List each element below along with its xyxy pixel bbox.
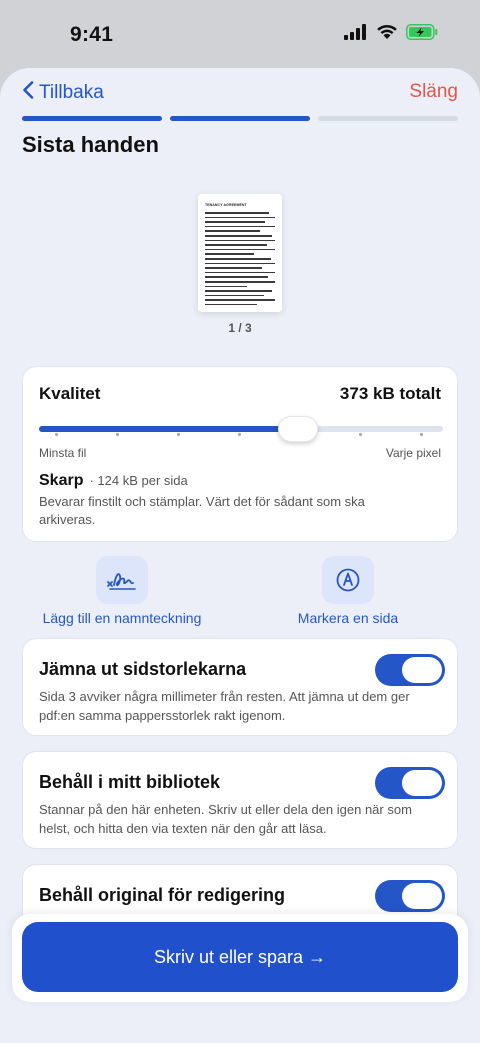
modal-sheet: Tillbaka Släng Sista handen TENANCY AGRE… xyxy=(0,68,480,1043)
add-signature-label: Lägg till en namnteckning xyxy=(42,610,202,626)
quality-card: Kvalitet 373 kB totalt Minsta fil Varje … xyxy=(22,366,458,542)
slider-thumb[interactable] xyxy=(277,416,318,442)
normalize-sizes-description: Sida 3 avviker några millimeter från res… xyxy=(39,689,410,723)
page-counter: 1 / 3 xyxy=(228,321,252,335)
slider-min-label: Minsta fil xyxy=(39,446,87,460)
nav-bar: Tillbaka Släng xyxy=(0,68,480,118)
normalize-sizes-title: Jämna ut sidstorlekarna xyxy=(39,659,247,679)
thumbnail-text-lines xyxy=(205,212,275,308)
back-label: Tillbaka xyxy=(39,82,104,103)
normalize-sizes-card: Jämna ut sidstorlekarna Sida 3 avviker n… xyxy=(22,638,458,736)
slider-max-label: Varje pixel xyxy=(385,446,441,460)
signal-icon xyxy=(344,24,368,45)
preset-name: Skarp xyxy=(39,472,84,489)
back-button[interactable]: Tillbaka xyxy=(22,81,104,105)
page-title: Sista handen xyxy=(22,132,159,157)
progress-step-1 xyxy=(22,116,162,121)
markup-page-button[interactable]: Markera en sida xyxy=(248,556,448,626)
toggle-knob xyxy=(402,770,442,796)
normalize-sizes-toggle[interactable] xyxy=(375,654,445,686)
status-bar: 9:41 xyxy=(0,0,480,70)
preset-description: Bevarar finstilt och stämplar. Värt det … xyxy=(39,494,365,527)
keep-in-library-title: Behåll i mitt bibliotek xyxy=(39,772,221,792)
markup-pen-icon xyxy=(322,556,374,604)
quality-label: Kvalitet xyxy=(39,384,101,403)
keep-in-library-card: Behåll i mitt bibliotek Stannar på den h… xyxy=(22,751,458,849)
chevron-left-icon xyxy=(22,81,34,105)
quick-actions: Lägg till en namnteckning Markera en sid… xyxy=(22,556,458,628)
keep-in-library-description: Stannar på den här enheten. Skriv ut ell… xyxy=(39,802,412,836)
progress-step-3 xyxy=(318,116,458,121)
print-or-save-button[interactable]: Skriv ut eller spara → xyxy=(22,922,458,992)
add-signature-button[interactable]: Lägg till en namnteckning xyxy=(22,556,222,626)
battery-charging-icon xyxy=(406,24,438,45)
keep-in-library-toggle[interactable] xyxy=(375,767,445,799)
progress-step-2 xyxy=(170,116,310,121)
status-icons xyxy=(344,24,438,45)
wifi-icon xyxy=(376,24,398,45)
toggle-knob xyxy=(402,883,442,909)
markup-page-label: Markera en sida xyxy=(297,610,399,626)
preset-line: Skarp · 124 kB per sida xyxy=(39,472,188,490)
step-progress xyxy=(22,116,458,121)
signature-icon xyxy=(96,556,148,604)
preset-size: · 124 kB per sida xyxy=(89,473,188,488)
slider-ticks xyxy=(39,433,443,437)
keep-original-toggle[interactable] xyxy=(375,880,445,912)
footer-bar: Skriv ut eller spara → xyxy=(12,914,468,1002)
keep-original-title: Behåll original för redigering xyxy=(39,885,286,905)
slider-fill xyxy=(39,426,298,432)
page-thumbnail[interactable]: TENANCY AGREEMENT xyxy=(198,194,282,312)
quality-total: 373 kB totalt xyxy=(339,384,441,403)
toggle-knob xyxy=(402,657,442,683)
status-time: 9:41 xyxy=(70,23,114,46)
thumbnail-heading: TENANCY AGREEMENT xyxy=(205,203,247,207)
discard-button[interactable]: Släng xyxy=(409,81,458,103)
